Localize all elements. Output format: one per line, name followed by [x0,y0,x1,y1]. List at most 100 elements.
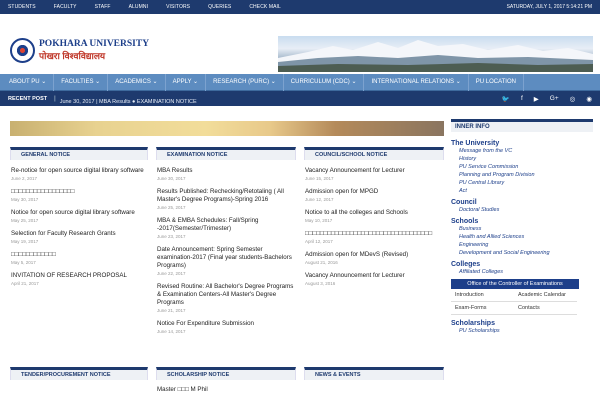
list-item[interactable]: INVITATION OF RESEARCH PROPOSAL April 21,… [11,272,148,286]
nav-about-pu[interactable]: ABOUT PU ⌄ [2,73,55,91]
list-item[interactable]: Vacancy Announcement for Lecturer June 15… [305,167,444,181]
sidebar-link[interactable]: PU Central Library [459,179,593,187]
list-item[interactable]: Master □□□ M Phil [157,386,296,394]
coe-link-contacts[interactable]: Contacts [514,302,577,315]
list-item[interactable]: Notice to all the colleges and Schools Ma… [305,209,444,223]
general-notice-title: GENERAL NOTICE [10,147,148,160]
list-item[interactable]: Vacancy Announcement for Lecturer August … [305,272,444,286]
top-links: STUDENTS FACULTY STAFF ALUMNI VISITORS Q… [8,4,299,10]
current-date: SATURDAY, JULY 1, 2017 5:14:21 PM [506,4,592,10]
notice-title[interactable]: Selection for Faculty Research Grants [11,230,148,238]
sidebar-link[interactable]: PU Scholarships [459,327,593,335]
news-events-column: NEWS & EVENTS [304,367,444,380]
slider-photo[interactable] [10,121,444,136]
sidebar-link[interactable]: Affiliated Colleges [459,268,593,276]
sidebar-heading-colleges[interactable]: Colleges [451,261,593,268]
sidebar-link[interactable]: Act [459,187,593,195]
sidebar-heading-scholarships[interactable]: Scholarships [451,320,593,327]
notice-title[interactable]: Re-notice for open source digital librar… [11,167,148,175]
notice-title[interactable]: Master □□□ M Phil [157,386,296,394]
notice-title[interactable]: MBA & EMBA Schedules: Fall/Spring -2017(… [157,217,296,233]
list-item[interactable]: MBA Results June 30, 2017 [157,167,296,181]
inner-info-sidebar: INNER INFO The University Message from t… [451,119,593,335]
list-item[interactable]: □□□□□□□□□□□□□□□□□□□□□□□□□□□□□□□□□□ April … [305,230,444,244]
youtube-icon[interactable]: ▶ [534,95,539,103]
notice-date: April 12, 2017 [305,239,333,244]
facebook-icon[interactable]: f [521,95,523,103]
twitter-icon[interactable]: 🐦 [502,95,510,103]
nav-faculties[interactable]: FACULTIES ⌄ [54,73,109,91]
coe-link-exam-forms[interactable]: Exam-Forms [451,302,514,315]
sidebar-link[interactable]: Doctoral Studies [459,206,593,214]
mountain-banner [278,36,593,72]
notice-title[interactable]: Revised Routine: All Bachelor's Degree P… [157,283,296,307]
nav-curriculum[interactable]: CURRICULUM (CDC) ⌄ [284,73,365,91]
top-link-check-mail[interactable]: CHECK MAIL [249,4,281,10]
instagram-icon[interactable]: ◎ [570,95,576,103]
notice-title[interactable]: Notice for open source digital library s… [11,209,148,217]
top-link-queries[interactable]: QUERIES [208,4,231,10]
top-link-visitors[interactable]: VISITORS [166,4,190,10]
university-logo[interactable]: POKHARA UNIVERSITY पोखरा विश्वविद्यालय [10,38,149,63]
sidebar-heading-university[interactable]: The University [451,140,593,147]
list-item[interactable]: Date Announcement: Spring Semester exami… [157,246,296,276]
notice-title[interactable]: □□□□□□□□□□□□ [11,251,148,259]
notice-title[interactable]: Admission open for MDevS (Revised) [305,251,444,259]
sidebar-link[interactable]: History [459,155,593,163]
sidebar-link[interactable]: PU Service Commission [459,163,593,171]
list-item[interactable]: Revised Routine: All Bachelor's Degree P… [157,283,296,313]
nav-research[interactable]: RESEARCH (PURC) ⌄ [206,73,284,91]
university-seal-icon [10,38,35,63]
top-link-alumni[interactable]: ALUMNI [129,4,149,10]
list-item[interactable]: □□□□□□□□□□□□□□□□□ May 30, 2017 [11,188,148,202]
top-link-staff[interactable]: STAFF [95,4,111,10]
list-item[interactable]: Admission open for MPGD June 12, 2017 [305,188,444,202]
list-item[interactable]: Results Published: Rechecking/Retotaling… [157,188,296,210]
list-item[interactable]: Selection for Faculty Research Grants May… [11,230,148,244]
notice-title[interactable]: □□□□□□□□□□□□□□□□□ [11,188,148,196]
list-item[interactable]: □□□□□□□□□□□□ May 5, 2017 [11,251,148,265]
coe-link-introduction[interactable]: Introduction [451,289,514,302]
exam-notice-title: EXAMINATION NOTICE [156,147,296,160]
list-item[interactable]: MBA & EMBA Schedules: Fall/Spring -2017(… [157,217,296,239]
nav-academics[interactable]: ACADEMICS ⌄ [108,73,166,91]
council-notice-title: COUNCIL/SCHOOL NOTICE [304,147,444,160]
notice-title[interactable]: □□□□□□□□□□□□□□□□□□□□□□□□□□□□□□□□□□ [305,230,444,238]
notice-title[interactable]: Admission open for MPGD [305,188,444,196]
nav-pu-location[interactable]: PU LOCATION [469,73,524,91]
notice-title[interactable]: MBA Results [157,167,296,175]
notice-date: June 21, 2017 [157,308,186,313]
notice-title[interactable]: Notice For Expenditure Submission [157,320,296,328]
nav-apply[interactable]: APPLY ⌄ [166,73,207,91]
notice-title[interactable]: INVITATION OF RESEARCH PROPOSAL [11,272,148,280]
sidebar-link[interactable]: Message from the VC [459,147,593,155]
google-plus-icon[interactable]: G+ [550,95,559,103]
sidebar-heading-schools[interactable]: Schools [451,218,593,225]
rss-icon[interactable]: ◉ [586,95,592,103]
nav-international-relations[interactable]: INTERNATIONAL RELATIONS ⌄ [364,73,469,91]
notice-title[interactable]: Date Announcement: Spring Semester exami… [157,246,296,270]
sidebar-link[interactable]: Business [459,225,593,233]
top-link-students[interactable]: STUDENTS [8,4,36,10]
notice-title[interactable]: Results Published: Rechecking/Retotaling… [157,188,296,204]
notice-date: May 25, 2017 [11,218,39,223]
sidebar-link[interactable]: Health and Allied Sciences [459,233,593,241]
top-link-faculty[interactable]: FACULTY [54,4,77,10]
notice-title[interactable]: Vacancy Announcement for Lecturer [305,272,444,280]
notice-title[interactable]: Vacancy Announcement for Lecturer [305,167,444,175]
coe-header[interactable]: Office of the Controller of Examinations [451,279,579,289]
sidebar-link[interactable]: Development and Social Engineering [459,249,593,257]
list-item[interactable]: Notice for open source digital library s… [11,209,148,223]
sidebar-heading-council[interactable]: Council [451,199,593,206]
list-item[interactable]: Notice For Expenditure Submission June 14… [157,320,296,334]
sidebar-link[interactable]: Planning and Program Division [459,171,593,179]
recent-separator: | [54,95,56,102]
list-item[interactable]: Re-notice for open source digital librar… [11,167,148,181]
notice-title[interactable]: Notice to all the colleges and Schools [305,209,444,217]
inner-info-title: INNER INFO [451,119,593,132]
sidebar-link[interactable]: Engineering [459,241,593,249]
notice-date: June 22, 2017 [157,271,186,276]
recent-post-link[interactable]: June 30, 2017 | MBA Results ● EXAMINATIO… [60,99,197,105]
list-item[interactable]: Admission open for MDevS (Revised) August… [305,251,444,265]
coe-link-academic-calendar[interactable]: Academic Calendar [514,289,577,302]
